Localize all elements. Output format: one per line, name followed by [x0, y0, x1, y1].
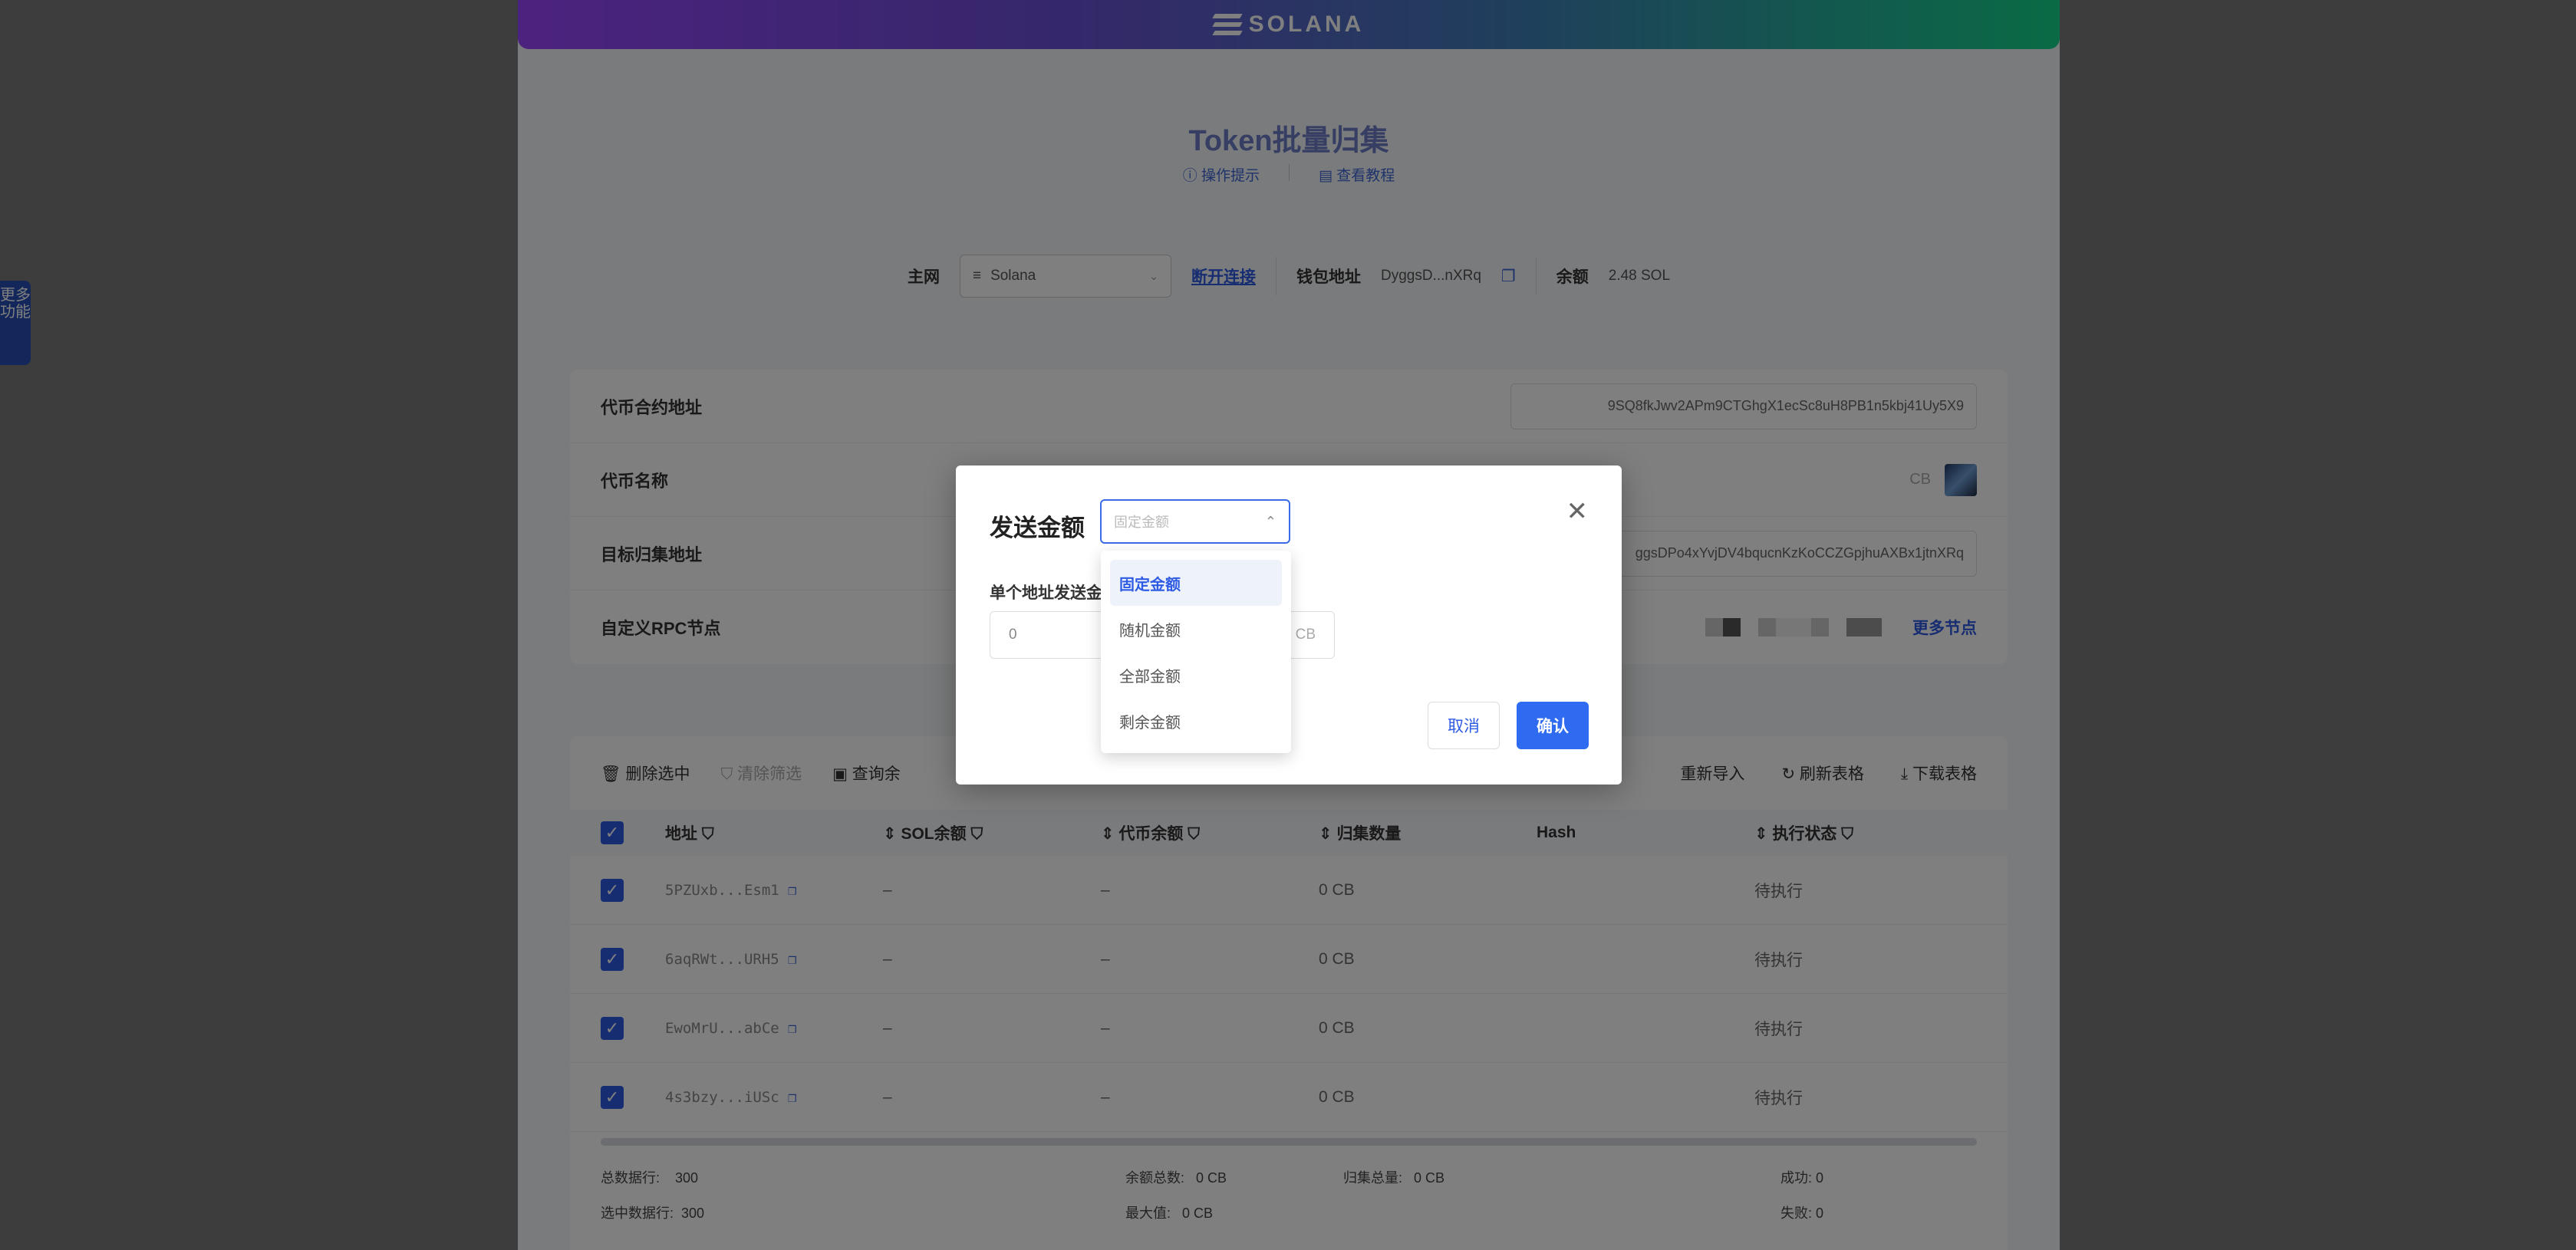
modal-title: 发送金额 — [990, 515, 1085, 541]
amount-type-select[interactable]: 固定金额 ⌃ — [1100, 499, 1290, 544]
amount-unit: CB — [1295, 627, 1316, 643]
confirm-button[interactable]: 确认 — [1517, 702, 1589, 749]
amount-label: 单个地址发送金 — [990, 584, 1102, 602]
chevron-up-icon: ⌃ — [1264, 513, 1276, 529]
close-icon[interactable]: ✕ — [1566, 496, 1589, 527]
option-fixed-amount[interactable]: 固定金额 — [1110, 560, 1282, 606]
cancel-button[interactable]: 取消 — [1428, 702, 1500, 749]
option-random-amount[interactable]: 随机金额 — [1110, 606, 1282, 652]
option-all-amount[interactable]: 全部金额 — [1110, 652, 1282, 698]
option-remaining-amount[interactable]: 剩余金额 — [1110, 698, 1282, 744]
amount-type-dropdown: 固定金额 随机金额 全部金额 剩余金额 — [1101, 551, 1291, 753]
